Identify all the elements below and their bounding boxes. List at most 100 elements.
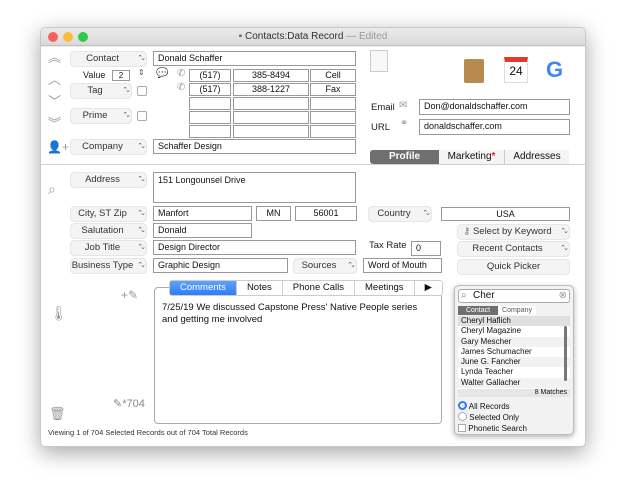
business-type-popup[interactable]: Business Type (71, 259, 146, 273)
zoom-button[interactable] (78, 32, 88, 42)
phone-icon[interactable]: ✆ (177, 83, 185, 93)
phone-area[interactable] (189, 97, 231, 110)
tag-popup[interactable]: Tag (71, 84, 131, 98)
prime-checkbox[interactable] (137, 111, 147, 121)
phone-type[interactable] (310, 97, 356, 110)
country-field[interactable]: USA (441, 207, 570, 221)
address-popup[interactable]: Address (71, 173, 146, 187)
contact-field[interactable]: Donald Schaffer (153, 51, 356, 66)
phone-number[interactable] (233, 97, 309, 110)
phone-area[interactable] (189, 125, 231, 138)
city-popup[interactable]: City, ST Zip (71, 207, 146, 221)
picker-search-value: Cher (473, 290, 495, 301)
link-icon[interactable]: ⚭ (400, 119, 408, 129)
list-item[interactable]: Cheryl Haflich (458, 316, 570, 327)
next-record-icon[interactable]: ﹀ (48, 95, 61, 108)
quick-picker-button[interactable]: Quick Picker (458, 260, 569, 274)
message-icon[interactable]: 💬 (156, 69, 168, 79)
add-note-pencil-icon[interactable]: +✎ (121, 289, 138, 301)
add-contact-icon[interactable]: 👤+ (47, 141, 69, 153)
url-field[interactable]: donaldschaffer.com (419, 119, 570, 135)
sources-field[interactable]: Word of Mouth (363, 258, 442, 273)
window: ▪ Contacts:Data Record — Edited ︽ ︿ ﹀ ︾ … (40, 27, 586, 447)
list-item[interactable]: Gary Mescher (458, 336, 570, 347)
sources-popup[interactable]: Sources (294, 259, 356, 273)
phone-number[interactable] (233, 125, 309, 138)
select-by-keyword-popup[interactable]: ⚷ Select by Keyword (458, 225, 569, 239)
picker-tab-contact[interactable]: Contact (458, 306, 498, 315)
list-item[interactable]: Lynda Teacher (458, 367, 570, 377)
list-item[interactable]: Cheryl Magazine (458, 326, 570, 336)
phone-area[interactable]: (517) (189, 83, 231, 96)
comments-panel: 7/25/19 We discussed Capstone Press' Nat… (154, 287, 442, 424)
contact-popup[interactable]: Contact (71, 52, 146, 66)
record-count: 704 (126, 398, 145, 410)
picker-search-input[interactable]: ⌕ Cher ⊗ (458, 289, 570, 303)
recent-contacts-popup[interactable]: Recent Contacts (458, 242, 569, 256)
phone-type[interactable] (310, 125, 356, 138)
phone-type[interactable]: Fax (310, 83, 356, 96)
phonetic-search-checkbox[interactable]: Phonetic Search (458, 424, 527, 433)
jobtitle-popup[interactable]: Job Title (71, 241, 146, 255)
first-record-icon[interactable]: ︽ (48, 51, 61, 64)
salutation-popup[interactable]: Salutation (71, 224, 146, 238)
tab-meetings[interactable]: Meetings (355, 281, 415, 295)
close-button[interactable] (48, 32, 58, 42)
tab-notes[interactable]: Notes (236, 281, 283, 295)
city-field[interactable]: Manfort (153, 206, 252, 221)
email-field[interactable]: Don@donaldschaffer.com (419, 99, 570, 115)
phone-area[interactable] (189, 111, 231, 124)
tab-addresses[interactable]: Addresses (505, 150, 569, 164)
tab-phone-calls[interactable]: Phone Calls (282, 281, 355, 295)
tab-comments[interactable]: Comments (170, 281, 237, 295)
list-item[interactable]: James Schumacher (458, 347, 570, 357)
minimize-button[interactable] (63, 32, 73, 42)
picker-results-list: Cheryl Haflich Cheryl Magazine Gary Mesc… (458, 316, 570, 389)
scrollbar[interactable] (564, 326, 567, 381)
envelope-icon[interactable]: ✉ (399, 101, 407, 111)
prime-popup[interactable]: Prime (71, 109, 131, 123)
tab-more-arrow[interactable]: ▶ (414, 281, 442, 295)
previous-record-icon[interactable]: ︿ (48, 73, 61, 86)
phone-number[interactable] (233, 111, 309, 124)
jobtitle-field[interactable]: Design Director (153, 240, 356, 255)
business-type-field[interactable]: Graphic Design (153, 258, 288, 273)
zip-field[interactable]: 56001 (295, 206, 357, 221)
all-records-radio[interactable]: All Records (458, 401, 510, 411)
phone-type[interactable] (310, 111, 356, 124)
phone-number[interactable]: 385-8494 (233, 69, 309, 82)
tab-profile[interactable]: Profile (370, 150, 439, 164)
picker-tab-company[interactable]: Company (498, 306, 536, 315)
list-view-thumbnail[interactable] (370, 50, 388, 72)
comment-text[interactable]: 7/25/19 We discussed Capstone Press' Nat… (162, 302, 432, 326)
calendar-icon[interactable]: 24 (504, 57, 528, 83)
google-icon[interactable]: G (546, 59, 563, 81)
company-field[interactable]: Schaffer Design (153, 139, 356, 154)
address-book-icon[interactable] (464, 59, 484, 83)
title-bar: ▪ Contacts:Data Record — Edited (41, 28, 585, 46)
list-item[interactable]: Walter Gallacher (458, 377, 570, 389)
phone-type[interactable]: Cell (310, 69, 356, 82)
tab-marketing-label: Marketing (447, 151, 492, 162)
value-stepper[interactable]: ⇕ (138, 68, 145, 77)
salutation-field[interactable]: Donald (153, 223, 252, 238)
taxrate-field[interactable]: 0 (411, 241, 441, 256)
country-popup[interactable]: Country (369, 207, 431, 221)
value-field[interactable]: 2 (112, 70, 130, 81)
selected-only-radio[interactable]: Selected Only (458, 412, 519, 422)
phone-area[interactable]: (517) (189, 69, 231, 82)
phone-number[interactable]: 388-1227 (233, 83, 309, 96)
last-record-icon[interactable]: ︾ (48, 117, 61, 130)
tab-marketing[interactable]: Marketing* (439, 150, 505, 164)
list-item[interactable]: June G. Fancher (458, 357, 570, 368)
trash-icon[interactable]: 🗑 (49, 407, 66, 420)
search-icon[interactable]: ⌕ (48, 182, 56, 196)
phone-icon[interactable]: ✆ (177, 69, 185, 79)
tag-checkbox[interactable] (137, 86, 147, 96)
value-label: Value (83, 70, 106, 80)
state-field[interactable]: MN (256, 206, 291, 221)
address-field[interactable]: 151 Longounsel Drive (153, 172, 356, 203)
clear-search-icon[interactable]: ⊗ (559, 290, 567, 302)
key-icon: ⚷ (463, 226, 473, 237)
company-popup[interactable]: Company (71, 140, 146, 154)
